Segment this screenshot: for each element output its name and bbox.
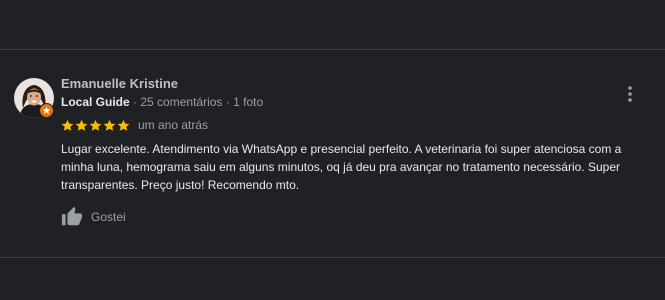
local-guide-badge-icon [39,103,54,118]
review-text: Lugar excelente. Atendimento via WhatsAp… [61,142,622,192]
author-name[interactable]: Emanuelle Kristine [61,76,178,91]
top-divider [0,49,665,50]
like-button[interactable]: Gostei [61,206,126,228]
star-icon [117,119,130,131]
star-rating [61,119,130,132]
star-icon [75,119,88,131]
reviews-count: 25 comentários [140,95,223,109]
meta-separator: · [225,95,230,109]
photos-count: 1 foto [233,95,264,109]
thumbs-up-icon [61,206,83,226]
avatar[interactable] [14,78,54,118]
star-icon [103,119,116,131]
meta-separator: · [133,95,138,109]
author-meta: Local Guide · 25 comentários · 1 foto [61,95,263,109]
rating-row: um ano atrás [61,118,208,132]
bottom-divider [0,257,665,258]
review-card: Emanuelle Kristine Local Guide · 25 come… [0,0,665,300]
review-time: um ano atrás [138,118,209,132]
local-guide-label: Local Guide [61,95,130,109]
like-label: Gostei [91,210,126,224]
star-icon [61,119,74,131]
more-options-button[interactable] [620,84,640,104]
star-icon [89,119,102,131]
more-vert-icon [628,86,632,102]
